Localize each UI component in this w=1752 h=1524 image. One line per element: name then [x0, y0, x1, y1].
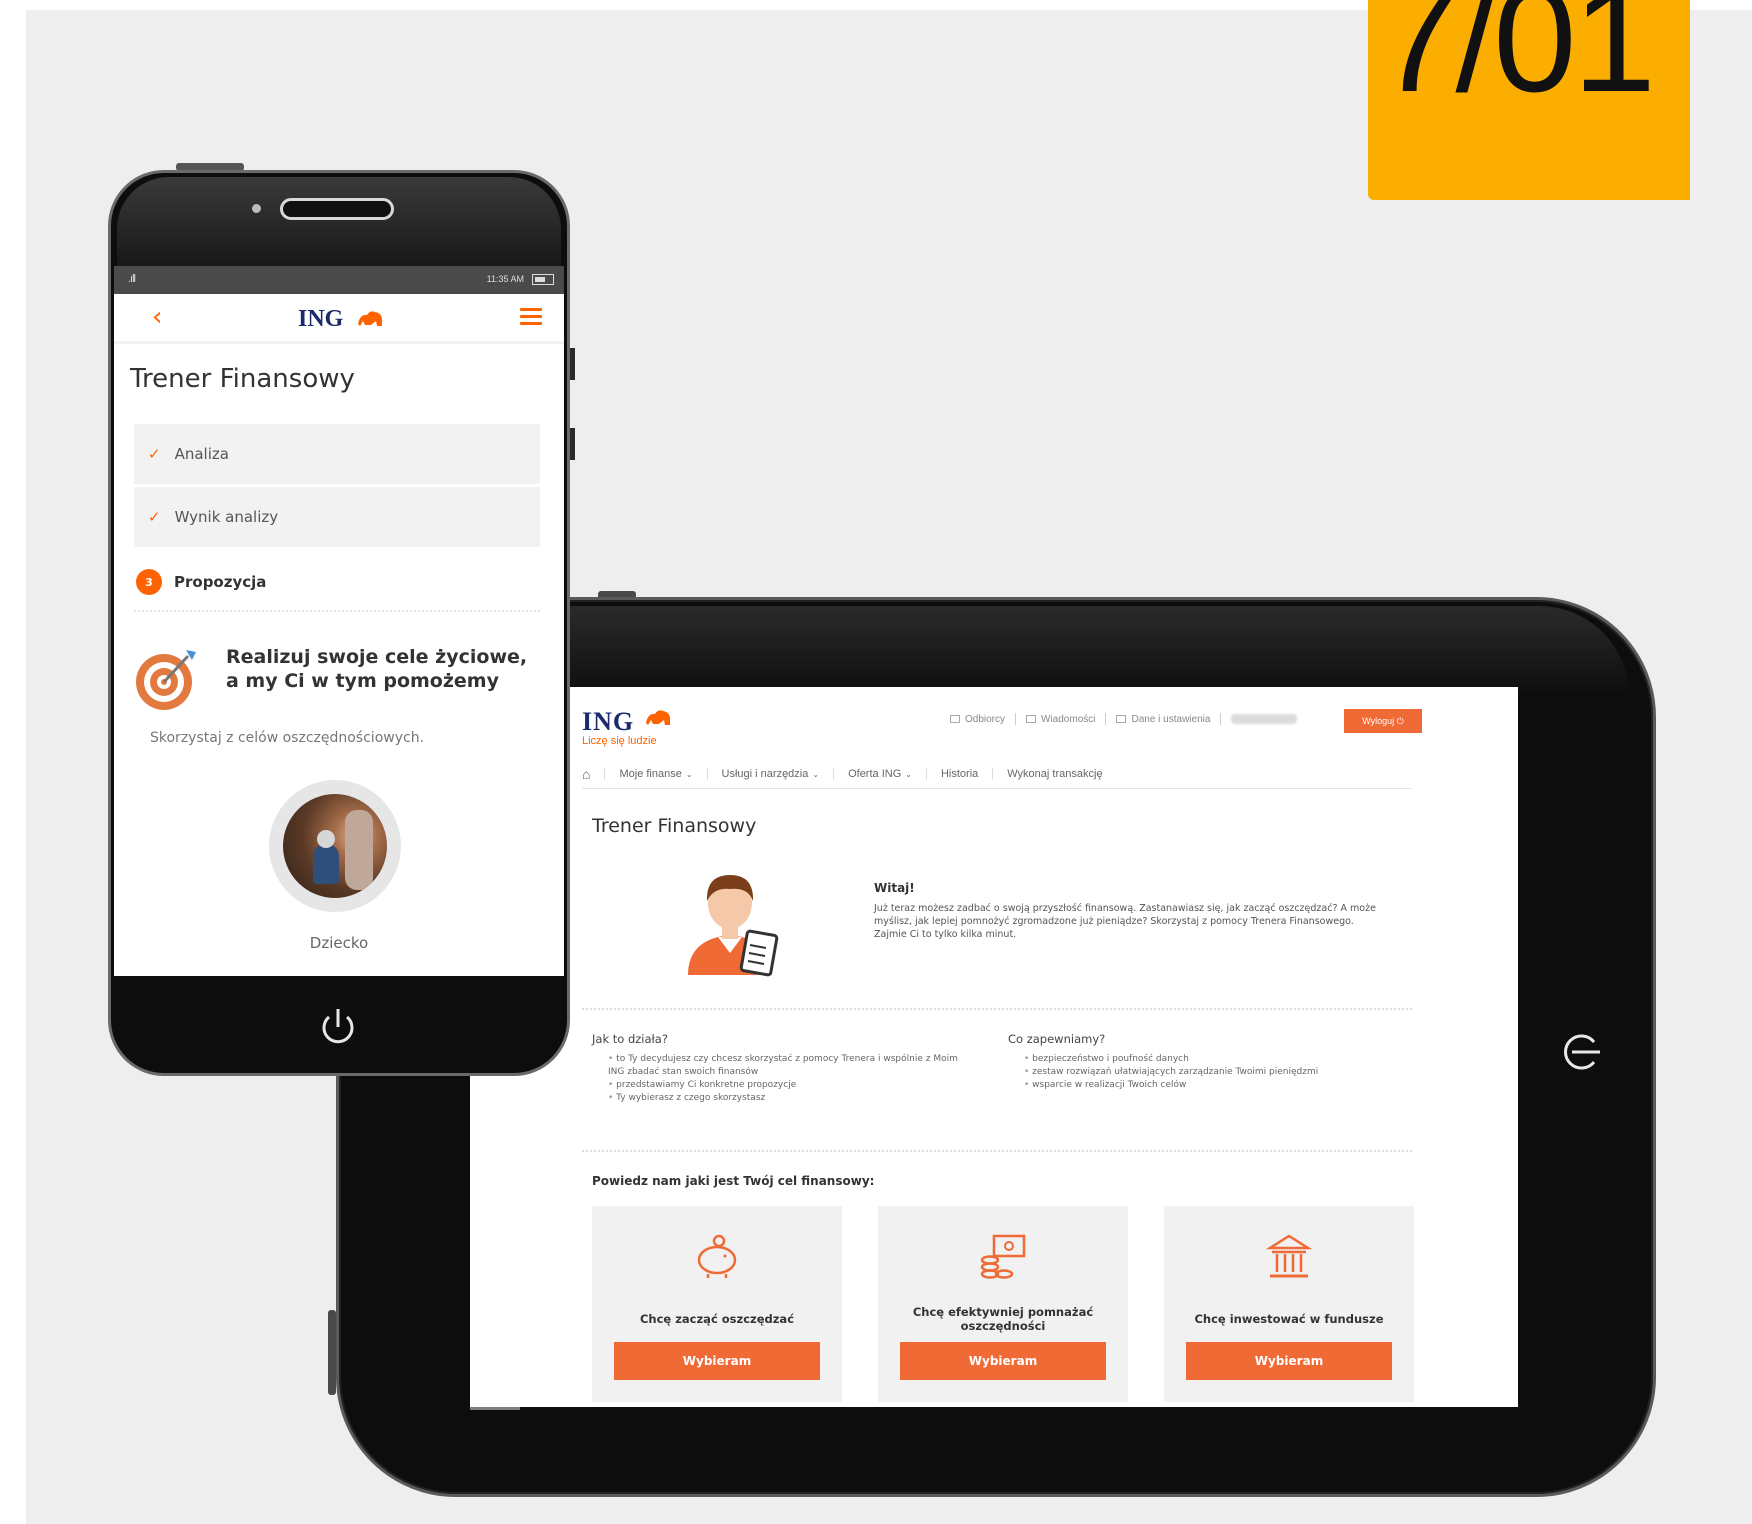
divider: [582, 1150, 1412, 1152]
tablet-side-button: [328, 1310, 336, 1395]
battery-icon: [532, 274, 554, 285]
speaker-grille: [280, 198, 394, 220]
ing-logo[interactable]: ING: [582, 707, 634, 737]
page-number-sticker: 7/01: [1368, 0, 1690, 200]
nav-moje-finanse[interactable]: Moje finanse ⌄: [604, 767, 706, 780]
provide-heading: Co zapewniamy?: [1008, 1032, 1106, 1046]
chevron-down-icon: ⌄: [812, 769, 820, 779]
ing-logo[interactable]: ING: [298, 306, 343, 333]
divider: [134, 610, 540, 612]
messages-link[interactable]: Wiadomości: [1026, 714, 1095, 725]
money-coins-icon: [980, 1234, 1026, 1279]
logout-button[interactable]: Wyloguj ⏻: [1344, 709, 1422, 733]
piggy-bank-icon: [697, 1234, 737, 1278]
divider: [1105, 713, 1107, 725]
users-icon: [950, 714, 960, 723]
target-icon: [136, 650, 196, 710]
home-icon[interactable]: ⌂: [582, 766, 604, 782]
step-number-badge: 3: [136, 569, 162, 595]
settings-link[interactable]: Dane i ustawienia: [1116, 714, 1210, 725]
step-propozycja: 3 Propozycja: [136, 569, 266, 595]
card-label: Chcę inwestować w fundusze: [1194, 1312, 1384, 1326]
tablet-home-icon[interactable]: [1560, 1028, 1608, 1076]
list-item: to Ty decydujesz czy chcesz skorzystać z…: [608, 1053, 968, 1079]
bank-building-icon: [1265, 1234, 1313, 1278]
nav-oferta[interactable]: Oferta ING ⌄: [833, 767, 926, 780]
check-icon: ✓: [148, 508, 161, 526]
chevron-left-icon[interactable]: ‹: [152, 302, 162, 332]
welcome-heading: Witaj!: [874, 881, 915, 895]
phone-screen: ‹ ING Trener Finansowy ✓ Analiza ✓ Wynik…: [114, 294, 564, 976]
status-time: 11:35 AM: [486, 274, 524, 284]
power-icon[interactable]: [318, 1005, 358, 1049]
tablet-screen: ING Liczę się ludzie Odbiorcy Wiadomości…: [470, 687, 1518, 1407]
child-photo: [283, 794, 387, 898]
nav-historia[interactable]: Historia: [925, 767, 992, 780]
list-item: zestaw rozwiązań ułatwiających zarządzan…: [1024, 1066, 1404, 1079]
how-heading: Jak to działa?: [592, 1032, 668, 1046]
list-item: przedstawiamy Ci konkretne propozycje: [608, 1079, 968, 1092]
choose-button[interactable]: Wybieram: [900, 1342, 1106, 1380]
how-list: to Ty decydujesz czy chcesz skorzystać z…: [608, 1053, 968, 1105]
nav-uslugi[interactable]: Usługi i narzędzia ⌄: [706, 767, 834, 780]
check-icon: ✓: [148, 445, 161, 463]
lion-logo-icon: [646, 710, 670, 725]
hamburger-icon[interactable]: [520, 308, 542, 326]
status-bar: .ıll 11:35 AM: [114, 266, 564, 294]
goal-question: Powiedz nam jaki jest Twój cel finansowy…: [592, 1174, 875, 1188]
main-nav: ⌂ Moje finanse ⌄ Usługi i narzędzia ⌄ Ofer…: [582, 765, 1412, 789]
page-title: Trener Finansowy: [592, 815, 757, 837]
envelope-icon: [1026, 714, 1037, 723]
goal-option-child[interactable]: [269, 780, 401, 912]
page-title: Trener Finansowy: [130, 364, 355, 394]
chevron-down-icon: ⌄: [685, 769, 693, 779]
list-item: Ty wybierasz z czego skorzystasz: [608, 1092, 968, 1105]
app-header: ‹ ING: [114, 294, 564, 344]
goal-option-label: Dziecko: [309, 934, 369, 952]
goal-card-invest[interactable]: Chcę inwestować w fundusze Wybieram: [1164, 1206, 1414, 1402]
camera-icon: [252, 204, 261, 213]
divider: [582, 1008, 1412, 1010]
card-label: Chcę zacząć oszczędzać: [639, 1312, 795, 1326]
welcome-text: Już teraz możesz zadbać o swoją przyszło…: [874, 903, 1376, 940]
goal-card-multiply[interactable]: Chcę efektywniej pomnażać oszczędności W…: [878, 1206, 1128, 1402]
divider: [1220, 713, 1222, 725]
choose-button[interactable]: Wybieram: [614, 1342, 820, 1380]
provide-list: bezpieczeństwo i poufność danych zestaw …: [1024, 1053, 1404, 1092]
advisor-avatar-icon: [688, 875, 779, 977]
user-icon: [1116, 714, 1127, 723]
card-label: Chcę efektywniej pomnażać oszczędności: [912, 1305, 1094, 1333]
signal-icon: .ıll: [128, 273, 136, 285]
page-number: 7/01: [1376, 0, 1656, 123]
phone-sheen: [117, 177, 561, 277]
step-analiza[interactable]: ✓ Analiza: [134, 424, 540, 484]
step-wynik-analizy[interactable]: ✓ Wynik analizy: [134, 487, 540, 547]
choose-button[interactable]: Wybieram: [1186, 1342, 1392, 1380]
recipients-link[interactable]: Odbiorcy: [950, 714, 1005, 725]
goal-subtext: Skorzystaj z celów oszczędnościowych.: [150, 730, 425, 746]
ing-slogan: Liczę się ludzie: [582, 735, 657, 747]
goal-card-save[interactable]: Chcę zacząć oszczędzać Wybieram: [592, 1206, 842, 1402]
nav-wykonaj-transakcje[interactable]: Wykonaj transakcję: [992, 767, 1116, 780]
lion-logo-icon: [358, 311, 382, 326]
divider: [1015, 713, 1017, 725]
list-item: wsparcie w realizacji Twoich celów: [1024, 1079, 1404, 1092]
goal-heading: Realizuj swoje cele życiowe, a my Ci w t…: [226, 646, 528, 692]
user-name-blurred: [1231, 714, 1298, 724]
chevron-down-icon: ⌄: [905, 769, 912, 779]
top-utility-nav: Odbiorcy Wiadomości Dane i ustawienia: [950, 713, 1298, 725]
list-item: bezpieczeństwo i poufność danych: [1024, 1053, 1404, 1066]
